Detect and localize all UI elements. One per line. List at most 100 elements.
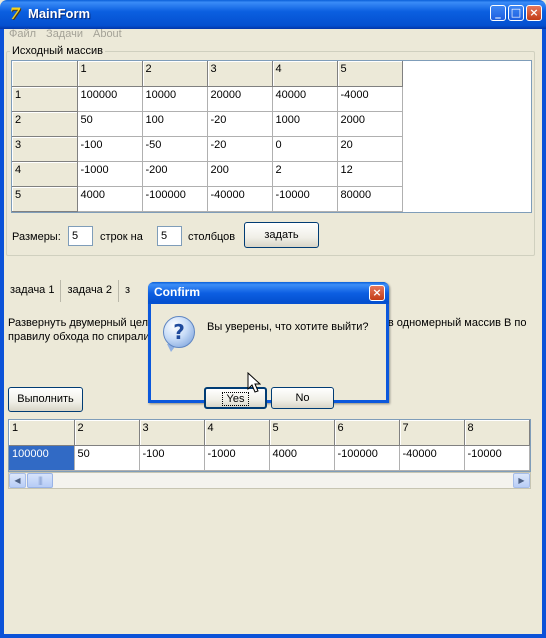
grid-cell[interactable]: -40000 (207, 186, 273, 212)
mouse-cursor-icon (247, 372, 261, 393)
grid-cell[interactable]: -1000 (77, 161, 143, 187)
result-cell[interactable]: -1000 (204, 445, 270, 471)
menu-bar: Файл Задачи About (4, 26, 127, 42)
menu-about[interactable]: About (88, 26, 127, 42)
result-grid-table: 1 2 3 4 5 6 7 8 100000 50 -100 -1000 400… (9, 420, 530, 471)
column-header[interactable]: 3 (139, 420, 205, 446)
result-cell[interactable]: 50 (74, 445, 140, 471)
maximize-button[interactable]: □ (508, 5, 524, 21)
grid-cell[interactable]: -20 (207, 136, 273, 162)
confirm-dialog: Confirm × ? Вы уверены, что хотите выйти… (148, 282, 389, 409)
run-button[interactable]: Выполнить (8, 387, 83, 412)
dialog-message: Вы уверены, что хотите выйти? (207, 321, 369, 333)
grid-cell[interactable]: 10000 (142, 86, 208, 112)
grid-cell[interactable]: 0 (272, 136, 338, 162)
menu-tasks[interactable]: Задачи (41, 26, 88, 42)
column-header[interactable]: 4 (272, 61, 338, 87)
dialog-body: ? Вы уверены, что хотите выйти? Yes No (151, 304, 386, 409)
tab-task-2[interactable]: задача 2 (61, 280, 119, 302)
tab-task-1[interactable]: задача 1 (4, 280, 62, 302)
window-title: MainForm (28, 6, 91, 21)
task-tabs: задача 1 задача 2 з (4, 280, 136, 302)
column-header[interactable]: 5 (269, 420, 335, 446)
minimize-button[interactable]: _ (490, 5, 506, 21)
result-grid-header-row: 1 2 3 4 5 6 7 8 (9, 420, 530, 446)
grid-cell[interactable]: 200 (207, 161, 273, 187)
column-header[interactable]: 2 (142, 61, 208, 87)
column-header[interactable]: 5 (337, 61, 403, 87)
grid-cell[interactable]: 80000 (337, 186, 403, 212)
rows-label: строк на (100, 231, 143, 243)
grid-cell[interactable]: -20 (207, 111, 273, 137)
grid-cell[interactable]: 12 (337, 161, 403, 187)
columns-input[interactable]: 5 (157, 226, 182, 246)
grid-cell[interactable]: 20000 (207, 86, 273, 112)
task-description-line1-left: Развернуть двумерный цел (8, 317, 149, 329)
result-grid[interactable]: 1 2 3 4 5 6 7 8 100000 50 -100 -1000 400… (8, 419, 531, 472)
dialog-title: Confirm (154, 285, 200, 299)
result-cell[interactable]: 4000 (269, 445, 335, 471)
column-header[interactable]: 4 (204, 420, 270, 446)
scroll-right-arrow-icon[interactable]: ▶ (513, 473, 530, 488)
source-grid[interactable]: 1 2 3 4 5 1 100000 10000 20000 40000 -40… (11, 60, 532, 213)
grid-cell[interactable]: 20 (337, 136, 403, 162)
tab-task-3[interactable]: з (119, 280, 136, 302)
question-icon: ? (163, 316, 195, 348)
grid-cell[interactable]: 40000 (272, 86, 338, 112)
source-grid-header-row: 1 2 3 4 5 (12, 61, 403, 87)
yes-button-label: Yes (221, 392, 250, 406)
scroll-thumb[interactable]: ||| (27, 473, 53, 488)
grid-cell[interactable]: 100000 (77, 86, 143, 112)
grid-cell[interactable]: 4000 (77, 186, 143, 212)
grid-cell[interactable]: -100000 (142, 186, 208, 212)
result-cell[interactable]: -100000 (334, 445, 400, 471)
window-frame-left (0, 29, 4, 638)
grid-cell[interactable]: -10000 (272, 186, 338, 212)
row-header[interactable]: 5 (12, 186, 78, 212)
row-header[interactable]: 3 (12, 136, 78, 162)
grid-cell[interactable]: -4000 (337, 86, 403, 112)
scroll-left-arrow-icon[interactable]: ◀ (9, 473, 26, 488)
result-horizontal-scrollbar[interactable]: ◀ ||| ▶ (8, 472, 531, 489)
main-titlebar[interactable]: 7 MainForm _ □ × (0, 0, 546, 29)
table-row: 3 -100 -50 -20 0 20 (12, 136, 403, 162)
column-header[interactable]: 6 (334, 420, 400, 446)
result-cell-selected[interactable]: 100000 (9, 445, 75, 471)
result-cell[interactable]: -40000 (399, 445, 465, 471)
no-button[interactable]: No (271, 387, 334, 409)
menu-file[interactable]: Файл (4, 26, 41, 42)
grid-cell[interactable]: 1000 (272, 111, 338, 137)
app-icon: 7 (9, 4, 21, 23)
grid-cell[interactable]: -100 (77, 136, 143, 162)
close-button[interactable]: × (526, 5, 542, 21)
row-header[interactable]: 2 (12, 111, 78, 137)
result-cell[interactable]: -10000 (464, 445, 530, 471)
grid-cell[interactable]: -50 (142, 136, 208, 162)
column-header[interactable]: 1 (77, 61, 143, 87)
set-size-button[interactable]: задать (244, 222, 319, 248)
rows-input[interactable]: 5 (68, 226, 93, 246)
task-description-line1-right: в в одномерный массив B по (379, 317, 527, 329)
table-row: 5 4000 -100000 -40000 -10000 80000 (12, 186, 403, 212)
column-header[interactable]: 8 (464, 420, 530, 446)
grid-cell[interactable]: -200 (142, 161, 208, 187)
grid-cell[interactable]: 100 (142, 111, 208, 137)
column-header[interactable]: 1 (9, 420, 75, 446)
table-row: 100000 50 -100 -1000 4000 -100000 -40000… (9, 445, 530, 471)
column-header[interactable]: 3 (207, 61, 273, 87)
table-row: 1 100000 10000 20000 40000 -4000 (12, 86, 403, 112)
grid-cell[interactable]: 2 (272, 161, 338, 187)
window-frame-bottom (0, 634, 546, 638)
grid-cell[interactable]: 2000 (337, 111, 403, 137)
table-row: 4 -1000 -200 200 2 12 (12, 161, 403, 187)
column-header[interactable]: 7 (399, 420, 465, 446)
columns-label: столбцов (188, 231, 236, 243)
row-header[interactable]: 1 (12, 86, 78, 112)
grid-cell[interactable]: 50 (77, 111, 143, 137)
row-header[interactable]: 4 (12, 161, 78, 187)
table-row: 2 50 100 -20 1000 2000 (12, 111, 403, 137)
column-header[interactable]: 2 (74, 420, 140, 446)
dialog-titlebar[interactable]: Confirm × (148, 282, 389, 304)
result-cell[interactable]: -100 (139, 445, 205, 471)
dialog-close-button[interactable]: × (369, 285, 385, 301)
